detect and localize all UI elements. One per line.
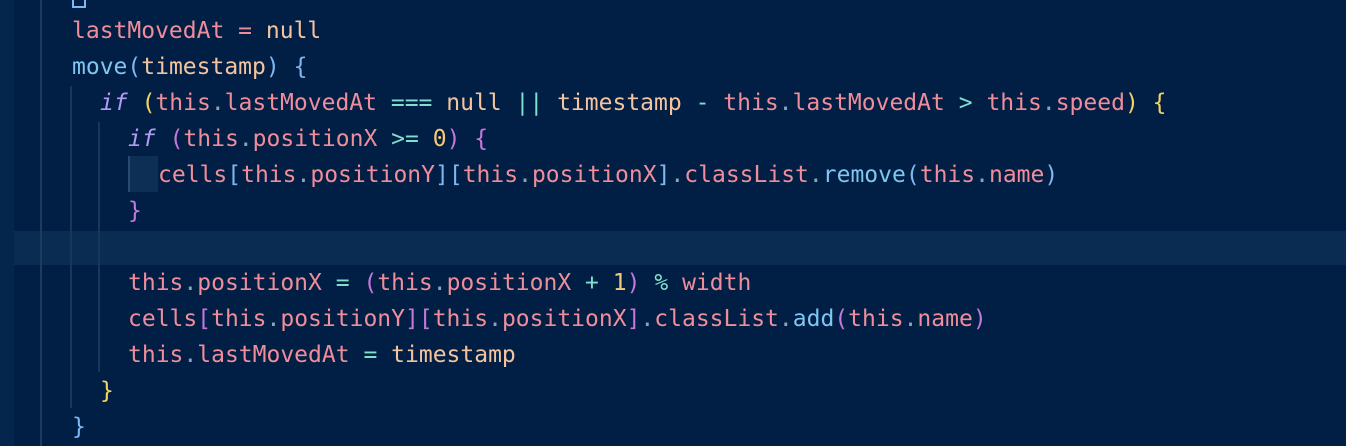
- code-line[interactable]: }: [100, 373, 114, 409]
- code-editor[interactable]: lastMovedAt = null move(timestamp) { if …: [0, 0, 1346, 446]
- code-line[interactable]: cells[this.positionY][this.positionX].cl…: [158, 157, 1058, 193]
- code-line[interactable]: this.positionX = (this.positionX + 1) % …: [128, 265, 751, 301]
- editor-gutter: [0, 0, 14, 446]
- indent-guide: [98, 122, 100, 372]
- token-property: lastMovedAt: [72, 18, 225, 44]
- code-line[interactable]: }: [128, 193, 142, 229]
- code-line[interactable]: cells[this.positionY][this.positionX].cl…: [128, 301, 987, 337]
- code-line[interactable]: if (this.positionX >= 0) {: [128, 121, 488, 157]
- indent-guide: [40, 0, 42, 446]
- code-line[interactable]: this.lastMovedAt = timestamp: [128, 337, 516, 373]
- indent-selection: [128, 156, 158, 192]
- code-line[interactable]: lastMovedAt = null: [72, 13, 321, 49]
- code-line[interactable]: }: [72, 409, 86, 445]
- token-null: null: [265, 18, 322, 44]
- code-line[interactable]: if (this.lastMovedAt === null || timesta…: [100, 85, 1167, 121]
- bracket-fragment: [72, 0, 86, 8]
- current-line-highlight: [14, 231, 1346, 265]
- indent-guide: [70, 86, 72, 408]
- code-line[interactable]: move(timestamp) {: [72, 49, 307, 85]
